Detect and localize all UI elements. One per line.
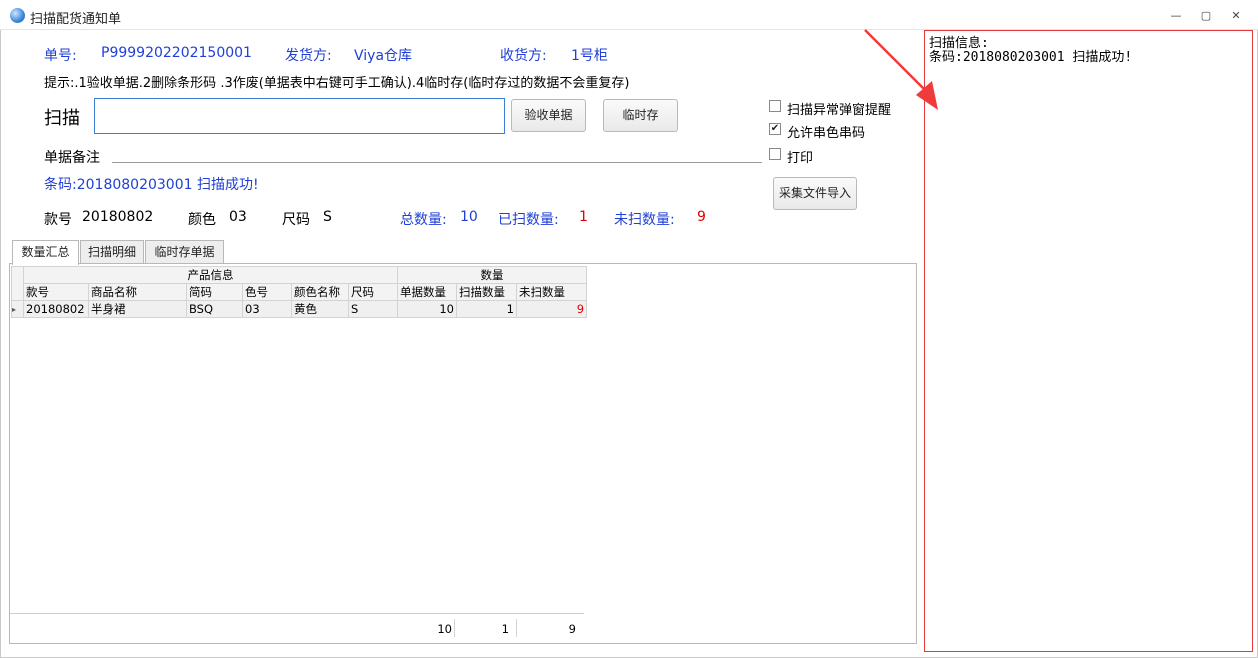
- scan-info-line: 条码:2018080203001 扫描成功!: [929, 50, 1133, 65]
- color-label: 颜色: [188, 212, 216, 228]
- checkmark-icon: ✔: [770, 123, 780, 134]
- cell-style-no[interactable]: 20180802: [23, 300, 89, 318]
- close-icon[interactable]: ✕: [1229, 9, 1243, 23]
- col-header-style-no[interactable]: 款号: [23, 283, 89, 301]
- col-header-scan-qty[interactable]: 扫描数量: [456, 283, 517, 301]
- print-label: 打印: [787, 151, 814, 166]
- cell-size[interactable]: S: [348, 300, 398, 318]
- group-header-quantity: 数量: [396, 266, 588, 284]
- row-header-corner: [11, 266, 24, 301]
- style-label: 款号: [44, 212, 72, 228]
- annotation-arrow-icon: [864, 29, 938, 110]
- accept-document-button[interactable]: 验收单据: [511, 99, 586, 132]
- size-label: 尺码: [282, 212, 310, 228]
- cell-product-name[interactable]: 半身裙: [88, 300, 187, 318]
- receiver-value: 1号柜: [571, 48, 608, 64]
- row-indicator-icon: ▸: [11, 300, 24, 318]
- col-header-color-name[interactable]: 颜色名称: [291, 283, 349, 301]
- unscanned-qty-label: 未扫数量:: [614, 212, 675, 228]
- footer-total-doc-qty: 10: [437, 622, 452, 636]
- col-header-unscanned-qty[interactable]: 未扫数量: [515, 283, 588, 301]
- order-number-label: 单号:: [44, 48, 77, 64]
- table-row[interactable]: ▸ 20180802 半身裙 BSQ 03 黄色 S 10 1 9: [11, 300, 588, 318]
- temp-save-button[interactable]: 临时存: [603, 99, 678, 132]
- maximize-icon[interactable]: ▢: [1199, 9, 1213, 23]
- col-header-short-code[interactable]: 简码: [186, 283, 243, 301]
- footer-total-scan-qty: 1: [501, 622, 509, 636]
- order-number-value: P9999202202150001: [101, 45, 252, 61]
- import-file-button[interactable]: 采集文件导入: [773, 177, 857, 210]
- color-value: 03: [229, 209, 247, 225]
- scanned-qty-value: 1: [579, 209, 588, 225]
- grid-panel: 产品信息 数量 款号 商品名称 简码 色号 颜色名称 尺码 单据数量 扫描数量 …: [9, 263, 917, 644]
- col-header-doc-qty[interactable]: 单据数量: [397, 283, 457, 301]
- tip-text: 提示:.1验收单据.2删除条形码 .3作废(单据表中右键可手工确认).4临时存(…: [44, 76, 630, 91]
- window-title: 扫描配货通知单: [30, 12, 122, 27]
- cell-short-code[interactable]: BSQ: [186, 300, 243, 318]
- scan-status-message: 条码:2018080203001 扫描成功!: [44, 177, 259, 193]
- cell-scan-qty[interactable]: 1: [456, 300, 517, 318]
- quantity-summary-table: 产品信息 数量 款号 商品名称 简码 色号 颜色名称 尺码 单据数量 扫描数量 …: [11, 266, 588, 318]
- shipper-value: Viya仓库: [354, 48, 413, 64]
- group-header-product: 产品信息: [23, 266, 398, 284]
- scan-info-panel: 扫描信息: 条码:2018080203001 扫描成功!: [924, 30, 1253, 652]
- scanned-qty-label: 已扫数量:: [498, 212, 559, 228]
- allow-cross-color-checkbox[interactable]: ✔: [769, 123, 781, 135]
- col-header-product-name[interactable]: 商品名称: [88, 283, 187, 301]
- style-value: 20180802: [82, 209, 154, 225]
- total-qty-value: 10: [460, 209, 478, 225]
- cell-unscanned-qty[interactable]: 9: [515, 300, 588, 318]
- cell-color-no[interactable]: 03: [242, 300, 292, 318]
- minimize-icon[interactable]: —: [1169, 9, 1183, 23]
- receiver-label: 收货方:: [500, 48, 547, 64]
- title-bar: 扫描配货通知单 — ▢ ✕: [0, 0, 1258, 30]
- memo-input[interactable]: [112, 162, 762, 163]
- scan-input[interactable]: [94, 98, 505, 134]
- cell-doc-qty[interactable]: 10: [397, 300, 457, 318]
- tab-quantity-summary[interactable]: 数量汇总: [12, 240, 79, 265]
- footer-total-unscanned-qty: 9: [568, 622, 576, 636]
- shipper-label: 发货方:: [285, 48, 332, 64]
- col-header-color-no[interactable]: 色号: [242, 283, 292, 301]
- allow-cross-color-label: 允许串色串码: [787, 126, 866, 141]
- unscanned-qty-value: 9: [697, 209, 706, 225]
- print-checkbox[interactable]: [769, 148, 781, 160]
- tab-scan-detail[interactable]: 扫描明细: [80, 240, 144, 264]
- app-globe-icon: [10, 8, 25, 23]
- size-value: S: [323, 209, 332, 225]
- total-qty-label: 总数量:: [400, 212, 447, 228]
- col-header-size[interactable]: 尺码: [348, 283, 398, 301]
- tab-temp-saved-documents[interactable]: 临时存单据: [145, 240, 224, 264]
- scan-label: 扫描: [44, 108, 80, 129]
- cell-color-name[interactable]: 黄色: [291, 300, 349, 318]
- grid-footer: 10 1 9: [10, 613, 584, 641]
- memo-label: 单据备注: [44, 150, 100, 166]
- popup-alert-checkbox[interactable]: [769, 100, 781, 112]
